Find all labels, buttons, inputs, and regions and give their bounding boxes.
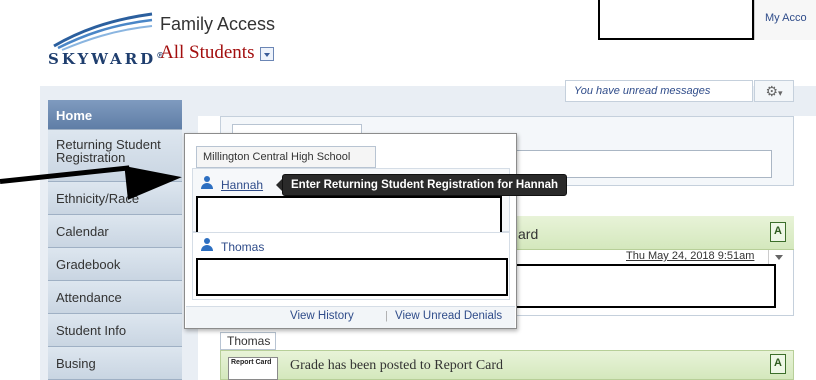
- sidebar-item-student-info[interactable]: Student Info: [48, 314, 182, 347]
- sidebar-nav: Home Returning Student Registration Ethn…: [48, 100, 182, 380]
- swoosh-icon: [53, 12, 153, 51]
- gear-icon: ⚙: [765, 83, 779, 99]
- gradebook-panel-date[interactable]: Thu May 24, 2018 9:51am: [626, 250, 754, 262]
- redacted-box: [500, 264, 776, 308]
- report-card-icon: [770, 354, 786, 374]
- annotation-arrow-icon: [124, 160, 184, 200]
- app-title: Family Access: [160, 14, 276, 34]
- unread-messages-link[interactable]: You have unread messages: [565, 80, 753, 102]
- report-card-icon: [770, 222, 786, 242]
- sidebar-item-calendar[interactable]: Calendar: [48, 215, 182, 248]
- school-tab: Millington Central High School: [196, 146, 376, 168]
- my-account-link[interactable]: My Acco: [754, 0, 816, 40]
- person-icon: [200, 176, 214, 190]
- chevron-down-icon: ▾: [778, 88, 783, 98]
- footer-separator: |: [385, 310, 388, 322]
- view-history-link[interactable]: View History: [290, 310, 354, 322]
- chevron-down-icon[interactable]: [260, 47, 275, 61]
- my-account-label: My Acco: [765, 12, 807, 24]
- sidebar-item-gradebook[interactable]: Gradebook: [48, 248, 182, 281]
- student-selector-label: All Students: [160, 42, 255, 63]
- student-tab-thomas: Thomas: [220, 332, 276, 350]
- gradebook-panel-title: ard: [518, 226, 539, 242]
- report-card-icon: Report Card: [228, 357, 278, 380]
- skyward-logo: SKYWARD®: [48, 12, 164, 74]
- sidebar-item-attendance[interactable]: Attendance: [48, 281, 182, 314]
- sidebar-item-home[interactable]: Home: [48, 100, 182, 130]
- redacted-box: [196, 258, 508, 296]
- redacted-box: [196, 196, 502, 234]
- view-unread-denials-link[interactable]: View Unread Denials: [395, 310, 502, 322]
- student-link-hannah[interactable]: Hannah: [221, 178, 263, 192]
- sidebar-item-busing[interactable]: Busing: [48, 347, 182, 380]
- logo-text: SKYWARD: [48, 50, 157, 68]
- tooltip: Enter Returning Student Registration for…: [282, 174, 568, 196]
- person-icon: [200, 238, 214, 252]
- gear-menu-button[interactable]: ⚙▾: [754, 80, 794, 102]
- redacted-box: [598, 0, 754, 40]
- student-link-thomas[interactable]: Thomas: [221, 240, 264, 254]
- report-card-panel-title: Grade has been posted to Report Card: [290, 358, 504, 373]
- header-bar: SKYWARD® Family Access All Students My A…: [0, 0, 816, 86]
- student-selector[interactable]: All Students: [160, 42, 275, 64]
